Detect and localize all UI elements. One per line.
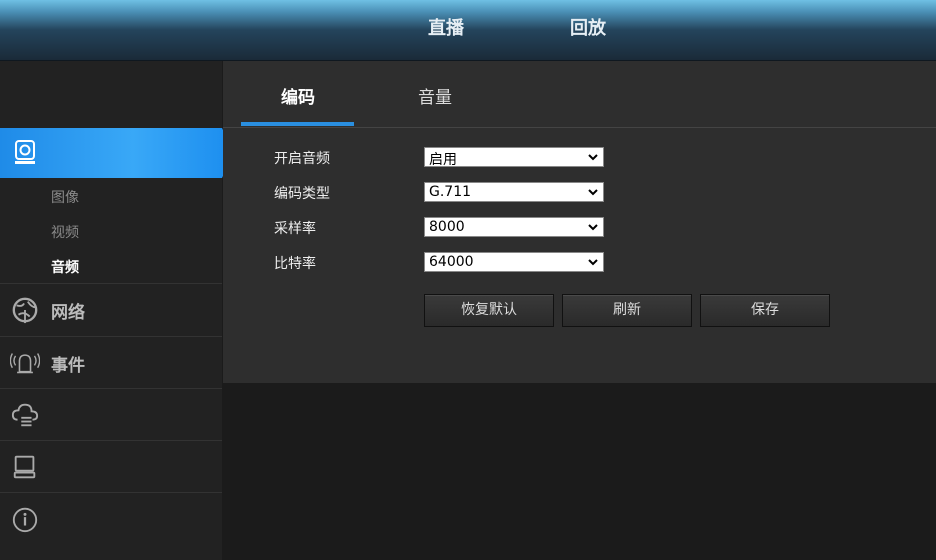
sidebar-subitem-image[interactable]: 图像 — [51, 187, 79, 207]
sidebar-item-camera[interactable] — [0, 128, 234, 178]
chevron-down-icon — [588, 154, 598, 161]
nav-live[interactable]: 直播 — [428, 14, 464, 40]
sidebar-subitem-video[interactable]: 视频 — [51, 222, 79, 242]
network-globe-icon — [12, 297, 38, 324]
active-tab-indicator — [241, 122, 354, 126]
select-value: 64000 — [429, 254, 474, 270]
computer-system-icon — [13, 455, 36, 479]
select-value: 8000 — [429, 219, 465, 235]
select-value: G.711 — [429, 184, 472, 200]
bitrate-label: 比特率 — [274, 256, 316, 272]
enable-audio-select[interactable]: 启用 — [424, 147, 604, 168]
info-icon — [12, 507, 38, 533]
sidebar-item-storage[interactable] — [0, 388, 222, 441]
chevron-down-icon — [588, 259, 598, 266]
restore-default-button[interactable]: 恢复默认 — [424, 294, 554, 327]
bitrate-select[interactable]: 64000 — [424, 252, 604, 272]
sidebar-item-system[interactable] — [0, 440, 222, 493]
sidebar-item-info[interactable] — [0, 492, 222, 545]
tab-volume[interactable]: 音量 — [418, 83, 452, 108]
codec-type-label: 编码类型 — [274, 186, 330, 202]
select-value: 启用 — [429, 152, 457, 168]
nav-playback[interactable]: 回放 — [570, 14, 606, 40]
save-button[interactable]: 保存 — [700, 294, 830, 327]
cloud-storage-icon — [11, 403, 39, 427]
sidebar: 图像 视频 音频 网络 事件 — [0, 61, 234, 560]
tab-encode[interactable]: 编码 — [281, 83, 315, 108]
camera-icon — [15, 140, 35, 164]
sample-rate-select[interactable]: 8000 — [424, 217, 604, 237]
sidebar-item-label: 事件 — [51, 356, 85, 376]
tab-bar: 编码 音量 — [223, 61, 936, 128]
sample-rate-label: 采样率 — [274, 221, 316, 237]
chevron-down-icon — [588, 189, 598, 196]
sidebar-subitem-audio[interactable]: 音频 — [51, 257, 79, 277]
refresh-button[interactable]: 刷新 — [562, 294, 692, 327]
chevron-down-icon — [588, 224, 598, 231]
enable-audio-label: 开启音频 — [274, 151, 330, 167]
codec-type-select[interactable]: G.711 — [424, 182, 604, 202]
sidebar-item-network[interactable]: 网络 — [0, 283, 222, 336]
sidebar-item-label: 网络 — [51, 303, 85, 323]
alarm-bell-icon — [10, 353, 40, 374]
top-header: 直播 回放 — [0, 0, 936, 61]
sidebar-item-event[interactable]: 事件 — [0, 336, 222, 389]
settings-panel: 编码 音量 开启音频 启用 编码类型 G.711 采样率 8000 比特率 64… — [223, 61, 936, 383]
